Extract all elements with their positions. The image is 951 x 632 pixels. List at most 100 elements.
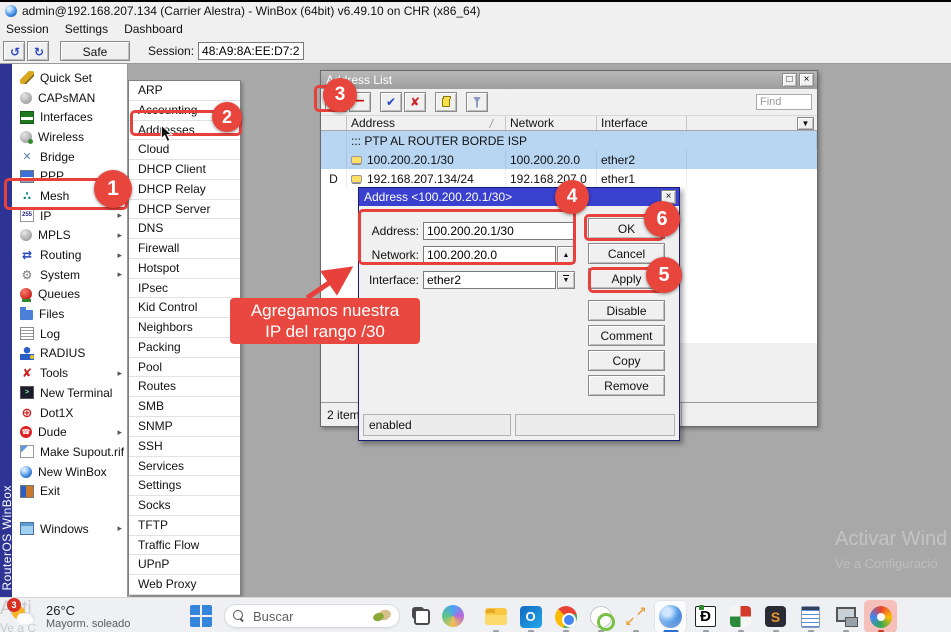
safe-mode-button[interactable]: Safe Mode [60,41,130,61]
ip-submenu-item[interactable]: SSH [129,437,240,457]
dialog-button[interactable]: Copy [588,350,665,371]
filter-button[interactable] [466,92,488,112]
table-row[interactable]: 100.200.20.1/30 100.200.20.0 ether2 [321,150,817,169]
ip-submenu-item[interactable]: Settings [129,476,240,496]
disable-button[interactable]: ✘ [404,92,426,112]
ip-submenu-item[interactable]: Pool [129,358,240,378]
sidebar-item[interactable]: Quick Set ▸ [12,68,127,88]
ip-submenu-item[interactable]: Cloud [129,140,240,160]
routing-icon [20,249,34,262]
system-icon [20,268,34,281]
address-list-titlebar[interactable]: Address List □ × [321,71,817,89]
ip-submenu-item[interactable]: Kid Control [129,298,240,318]
ip-submenu-item[interactable]: SMB [129,397,240,417]
start-button[interactable] [190,605,212,627]
interface-column-header[interactable]: Interface [597,116,687,130]
sidebar-item[interactable]: IP ▸ [12,206,127,226]
field-input[interactable] [423,246,556,264]
copilot-button[interactable] [442,605,464,627]
address-column-header[interactable]: Address / [347,116,506,130]
sidebar-item[interactable]: Exit ▸ [12,481,127,501]
ip-submenu-item[interactable]: Firewall [129,239,240,259]
address-dialog-titlebar[interactable]: Address <100.200.20.1/30> × [359,188,679,206]
ip-submenu-item[interactable]: DHCP Client [129,160,240,180]
taskbar-app[interactable] [724,600,757,632]
close-icon[interactable]: × [799,73,814,87]
find-input[interactable] [756,94,812,110]
sidebar-item[interactable]: Queues ▸ [12,285,127,305]
menubar-item[interactable]: Dashboard [124,22,183,36]
dropdown-icon[interactable]: ▼ [557,271,575,289]
taskbar-app[interactable] [514,600,547,632]
taskbar-app[interactable] [654,600,687,632]
sidebar-item[interactable]: Wireless ▸ [12,127,127,147]
ip-submenu-item[interactable]: ARP [129,81,240,101]
taskbar-app[interactable] [584,600,617,632]
submenu-arrow-icon: ▸ [117,523,122,534]
exit-icon [20,485,34,498]
submenu-arrow-icon: ▸ [117,230,122,241]
sidebar-item[interactable]: Interfaces ▸ [12,107,127,127]
task-view-button[interactable] [410,605,432,627]
field-input[interactable] [423,271,556,289]
sidebar-item[interactable]: Tools ▸ [12,363,127,383]
ip-submenu-item[interactable]: Routes [129,377,240,397]
ip-submenu-item[interactable]: Packing [129,338,240,358]
sidebar-item[interactable]: Windows ▸ [12,519,127,539]
taskbar-search[interactable]: Buscar [224,604,400,628]
ip-submenu-item[interactable]: Services [129,457,240,477]
taskbar-app[interactable] [619,600,652,632]
ip-submenu-item[interactable]: DHCP Server [129,200,240,220]
taskbar-app[interactable] [549,600,582,632]
redo-button[interactable]: ↻ [27,41,49,61]
ip-submenu-item[interactable]: Traffic Flow [129,536,240,556]
menubar-item[interactable]: Session [6,22,49,36]
taskbar-app[interactable] [864,600,897,632]
sidebar-item[interactable]: RADIUS ▸ [12,344,127,364]
column-dropdown-icon[interactable]: ▼ [797,117,814,130]
dialog-button[interactable]: Disable [588,300,665,321]
weather-widget[interactable]: 3 26°C Mayorm. soleado [10,601,130,631]
maximize-icon[interactable]: □ [782,73,797,87]
sidebar-item[interactable]: CAPsMAN ▸ [12,88,127,108]
ip-submenu-item[interactable]: TFTP [129,516,240,536]
taskbar-app[interactable] [759,600,792,632]
row-flag: D [321,169,347,188]
network-column-header[interactable]: Network [506,116,597,130]
menubar-item[interactable]: Settings [65,22,108,36]
sidebar-item[interactable]: New WinBox ▸ [12,462,127,482]
table-row[interactable]: ::: PTP AL ROUTER BORDE ISP [321,131,817,150]
flags-column-header[interactable] [321,116,347,130]
sidebar-item[interactable]: Files ▸ [12,304,127,324]
comment-button[interactable] [435,92,457,112]
ip-submenu-item[interactable]: Socks [129,496,240,516]
ip-submenu-item[interactable]: Neighbors [129,318,240,338]
taskbar-app[interactable] [794,600,827,632]
ip-submenu-item[interactable]: Hotspot [129,259,240,279]
sidebar-item[interactable]: Bridge ▸ [12,147,127,167]
collapse-up-icon[interactable]: ▲ [557,246,575,264]
sidebar-item[interactable]: Routing ▸ [12,245,127,265]
sidebar-item[interactable]: System ▸ [12,265,127,285]
session-input[interactable] [198,42,304,60]
dialog-button[interactable]: Remove [588,375,665,396]
ip-submenu-item[interactable]: SNMP [129,417,240,437]
ip-submenu-item[interactable]: IPsec [129,279,240,299]
field-input[interactable] [423,222,575,240]
ip-submenu-item[interactable]: Web Proxy [129,575,240,595]
sidebar-item[interactable]: MPLS ▸ [12,226,127,246]
ip-submenu-item[interactable]: UPnP [129,555,240,575]
taskbar-app[interactable] [689,600,722,632]
taskbar-app[interactable] [479,600,512,632]
ip-submenu-item[interactable]: DHCP Relay [129,180,240,200]
sidebar-item[interactable]: Log ▸ [12,324,127,344]
sidebar-item[interactable]: New Terminal ▸ [12,383,127,403]
taskbar-app[interactable] [829,600,862,632]
enable-button[interactable]: ✔ [380,92,402,112]
undo-button[interactable]: ↺ [3,41,25,61]
dialog-button[interactable]: Comment [588,325,665,346]
sidebar-item[interactable]: Dot1X ▸ [12,403,127,423]
sidebar-item[interactable]: Dude ▸ [12,422,127,442]
ip-submenu-item[interactable]: DNS [129,219,240,239]
sidebar-item[interactable]: Make Supout.rif ▸ [12,442,127,462]
